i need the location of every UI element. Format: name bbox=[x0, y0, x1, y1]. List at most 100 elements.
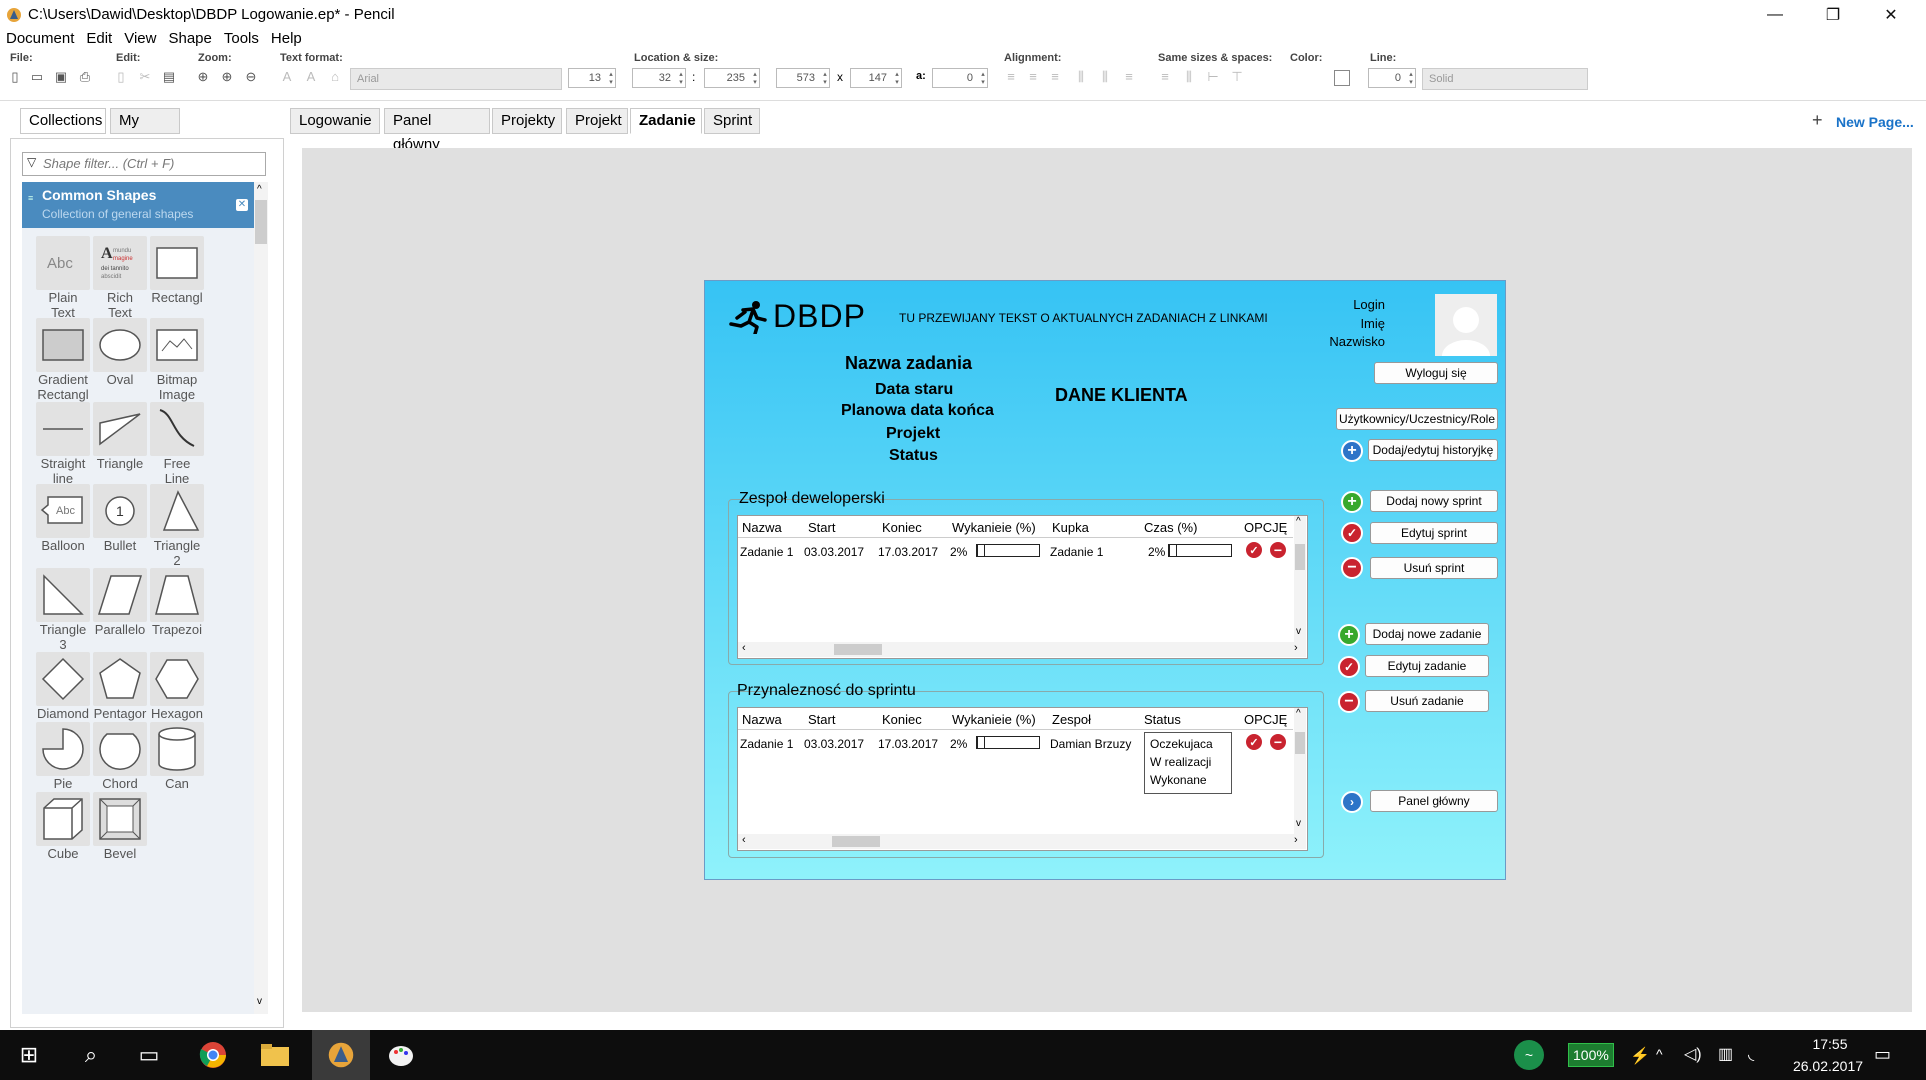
add-circle-icon[interactable]: + bbox=[1341, 440, 1363, 462]
team-table-hscroll[interactable]: ‹ › bbox=[738, 642, 1306, 657]
maximize-button[interactable]: ❐ bbox=[1810, 0, 1856, 30]
scrollbar-thumb[interactable] bbox=[255, 200, 267, 244]
tab-projekt[interactable]: Projekt bbox=[566, 108, 628, 134]
status-option[interactable]: Oczekujaca bbox=[1150, 735, 1226, 753]
status-option[interactable]: W realizacji bbox=[1150, 753, 1226, 771]
col-header[interactable]: Kupka bbox=[1052, 520, 1089, 535]
tab-sprint[interactable]: Sprint bbox=[704, 108, 760, 134]
menu-edit[interactable]: Edit bbox=[86, 30, 112, 47]
scrollbar-thumb[interactable] bbox=[1295, 732, 1305, 754]
scrollbar-thumb[interactable] bbox=[834, 644, 882, 655]
scrollbar-thumb[interactable] bbox=[832, 836, 880, 847]
font-select[interactable]: Arial bbox=[350, 68, 562, 90]
remove-circle-icon[interactable]: − bbox=[1268, 540, 1288, 560]
align-middle-icon[interactable]: ⫼ bbox=[1098, 70, 1112, 84]
status-option[interactable]: Wykonane bbox=[1150, 771, 1226, 789]
align-center-icon[interactable]: ≡ bbox=[1026, 70, 1040, 84]
scrollbar-thumb[interactable] bbox=[1295, 544, 1305, 570]
add-task-button[interactable]: Dodaj nowe zadanie bbox=[1365, 623, 1489, 645]
search-icon[interactable]: ⌕ bbox=[66, 1030, 116, 1080]
shape-hexagon[interactable]: Hexagon bbox=[142, 652, 212, 721]
tab-projekty[interactable]: Projekty bbox=[492, 108, 562, 134]
col-header[interactable]: Wykanieie (%) bbox=[952, 712, 1036, 727]
text-bold-icon[interactable]: A bbox=[280, 70, 294, 84]
scroll-right-icon[interactable]: › bbox=[1294, 642, 1298, 654]
power-plug-icon[interactable]: ⚡ bbox=[1630, 1046, 1650, 1066]
zoom-out-icon[interactable]: ⊖ bbox=[244, 70, 258, 84]
ticker-text[interactable]: TU PRZEWIJANY TEKST O AKTUALNYCH ZADANIA… bbox=[899, 311, 1268, 325]
remove-circle-icon[interactable]: − bbox=[1341, 557, 1363, 579]
paste-icon[interactable]: ▤ bbox=[162, 70, 176, 84]
tab-zadanie[interactable]: Zadanie bbox=[630, 108, 702, 134]
shape-bevel[interactable]: Bevel bbox=[85, 792, 155, 861]
scroll-down-icon[interactable]: v bbox=[257, 996, 262, 1007]
new-file-icon[interactable]: ▯ bbox=[8, 70, 22, 84]
shape-free-line[interactable]: Free Line bbox=[142, 402, 212, 486]
edit-task-button[interactable]: Edytuj zadanie bbox=[1365, 655, 1489, 677]
line-width-spinner[interactable]: 0 bbox=[1368, 68, 1416, 88]
h-space-icon[interactable]: ⊢ bbox=[1206, 70, 1220, 84]
check-circle-icon[interactable]: ✓ bbox=[1244, 732, 1264, 752]
minimize-button[interactable]: — bbox=[1752, 0, 1798, 30]
col-header[interactable]: Nazwa bbox=[742, 520, 782, 535]
align-right-icon[interactable]: ≡ bbox=[1048, 70, 1062, 84]
line-style-select[interactable]: Solid bbox=[1422, 68, 1588, 90]
windows-start-icon[interactable]: ⊞ bbox=[4, 1030, 54, 1080]
col-header[interactable]: Zespoł bbox=[1052, 712, 1091, 727]
copy-icon[interactable]: ▯ bbox=[114, 70, 128, 84]
keyboard-icon[interactable]: ▥ bbox=[1718, 1044, 1733, 1064]
align-top-icon[interactable]: ⫼ bbox=[1074, 70, 1088, 84]
status-listbox[interactable]: Oczekujaca W realizacji Wykonane bbox=[1144, 732, 1232, 794]
edit-sprint-button[interactable]: Edytuj sprint bbox=[1370, 522, 1498, 544]
remove-circle-icon[interactable]: − bbox=[1338, 691, 1360, 713]
add-sprint-button[interactable]: Dodaj nowy sprint bbox=[1370, 490, 1498, 512]
clock-date[interactable]: 26.02.2017 bbox=[1788, 1058, 1868, 1074]
menu-tools[interactable]: Tools bbox=[224, 30, 259, 47]
align-left-icon[interactable]: ≡ bbox=[1004, 70, 1018, 84]
add-circle-icon[interactable]: + bbox=[1341, 491, 1363, 513]
scroll-left-icon[interactable]: ‹ bbox=[742, 834, 746, 846]
shape-triangle-2[interactable]: Triangle 2 bbox=[142, 484, 212, 568]
menu-shape[interactable]: Shape bbox=[168, 30, 211, 47]
clock-time[interactable]: 17:55 bbox=[1800, 1036, 1860, 1052]
sprint-table-hscroll[interactable]: ‹ › bbox=[738, 834, 1306, 849]
wifi-icon[interactable]: ◟ bbox=[1748, 1044, 1754, 1064]
col-header[interactable]: Nazwa bbox=[742, 712, 782, 727]
battery-indicator[interactable]: 100% bbox=[1568, 1043, 1614, 1067]
logout-button[interactable]: Wyloguj się bbox=[1374, 362, 1498, 384]
pencil-taskbar-icon[interactable] bbox=[312, 1030, 370, 1080]
text-italic-icon[interactable]: A bbox=[304, 70, 318, 84]
users-roles-button[interactable]: Użytkownicy/Uczestnicy/Role bbox=[1336, 408, 1498, 430]
menu-view[interactable]: View bbox=[124, 30, 156, 47]
edit-history-button[interactable]: Dodaj/edytuj historyjkę bbox=[1368, 439, 1498, 461]
x-spinner[interactable]: 32 bbox=[632, 68, 686, 88]
tab-logowanie[interactable]: Logowanie bbox=[290, 108, 380, 134]
notifications-icon[interactable]: ▭ bbox=[1874, 1044, 1891, 1065]
angle-spinner[interactable]: 0 bbox=[932, 68, 988, 88]
close-button[interactable]: ✕ bbox=[1868, 0, 1914, 30]
main-panel-button[interactable]: Panel główny bbox=[1370, 790, 1498, 812]
mockup-page[interactable]: DBDP TU PRZEWIJANY TEKST O AKTUALNYCH ZA… bbox=[704, 280, 1506, 880]
collection-header[interactable]: ≡ Common Shapes Collection of general sh… bbox=[22, 182, 254, 228]
tab-panel-glowny[interactable]: Panel główny bbox=[384, 108, 490, 153]
add-circle-icon[interactable]: + bbox=[1338, 624, 1360, 646]
tab-my-stuff[interactable]: My Stuff bbox=[110, 108, 180, 153]
scroll-left-icon[interactable]: ‹ bbox=[742, 642, 746, 654]
align-bottom-icon[interactable]: ≡ bbox=[1122, 70, 1136, 84]
fill-color-swatch[interactable] bbox=[1334, 70, 1350, 86]
arrow-right-circle-icon[interactable]: › bbox=[1341, 791, 1363, 813]
check-circle-icon[interactable]: ✓ bbox=[1244, 540, 1264, 560]
new-page-link[interactable]: New Page... bbox=[1836, 114, 1914, 130]
col-header[interactable]: Czas (%) bbox=[1144, 520, 1197, 535]
scroll-up-icon[interactable]: ^ bbox=[1296, 516, 1301, 527]
col-header[interactable]: OPCJĘ bbox=[1244, 520, 1287, 535]
collection-close-icon[interactable]: ✕ bbox=[236, 199, 248, 211]
tab-collections[interactable]: Collections bbox=[20, 108, 106, 134]
task-view-icon[interactable]: ▭ bbox=[124, 1030, 174, 1080]
scroll-right-icon[interactable]: › bbox=[1294, 834, 1298, 846]
save-icon[interactable]: ▣ bbox=[54, 70, 68, 84]
text-lock-icon[interactable]: ⌂ bbox=[328, 70, 342, 84]
zoom-fit-icon[interactable]: ⊕ bbox=[196, 70, 210, 84]
plus-icon[interactable]: + bbox=[1812, 110, 1823, 131]
menu-help[interactable]: Help bbox=[271, 30, 302, 47]
